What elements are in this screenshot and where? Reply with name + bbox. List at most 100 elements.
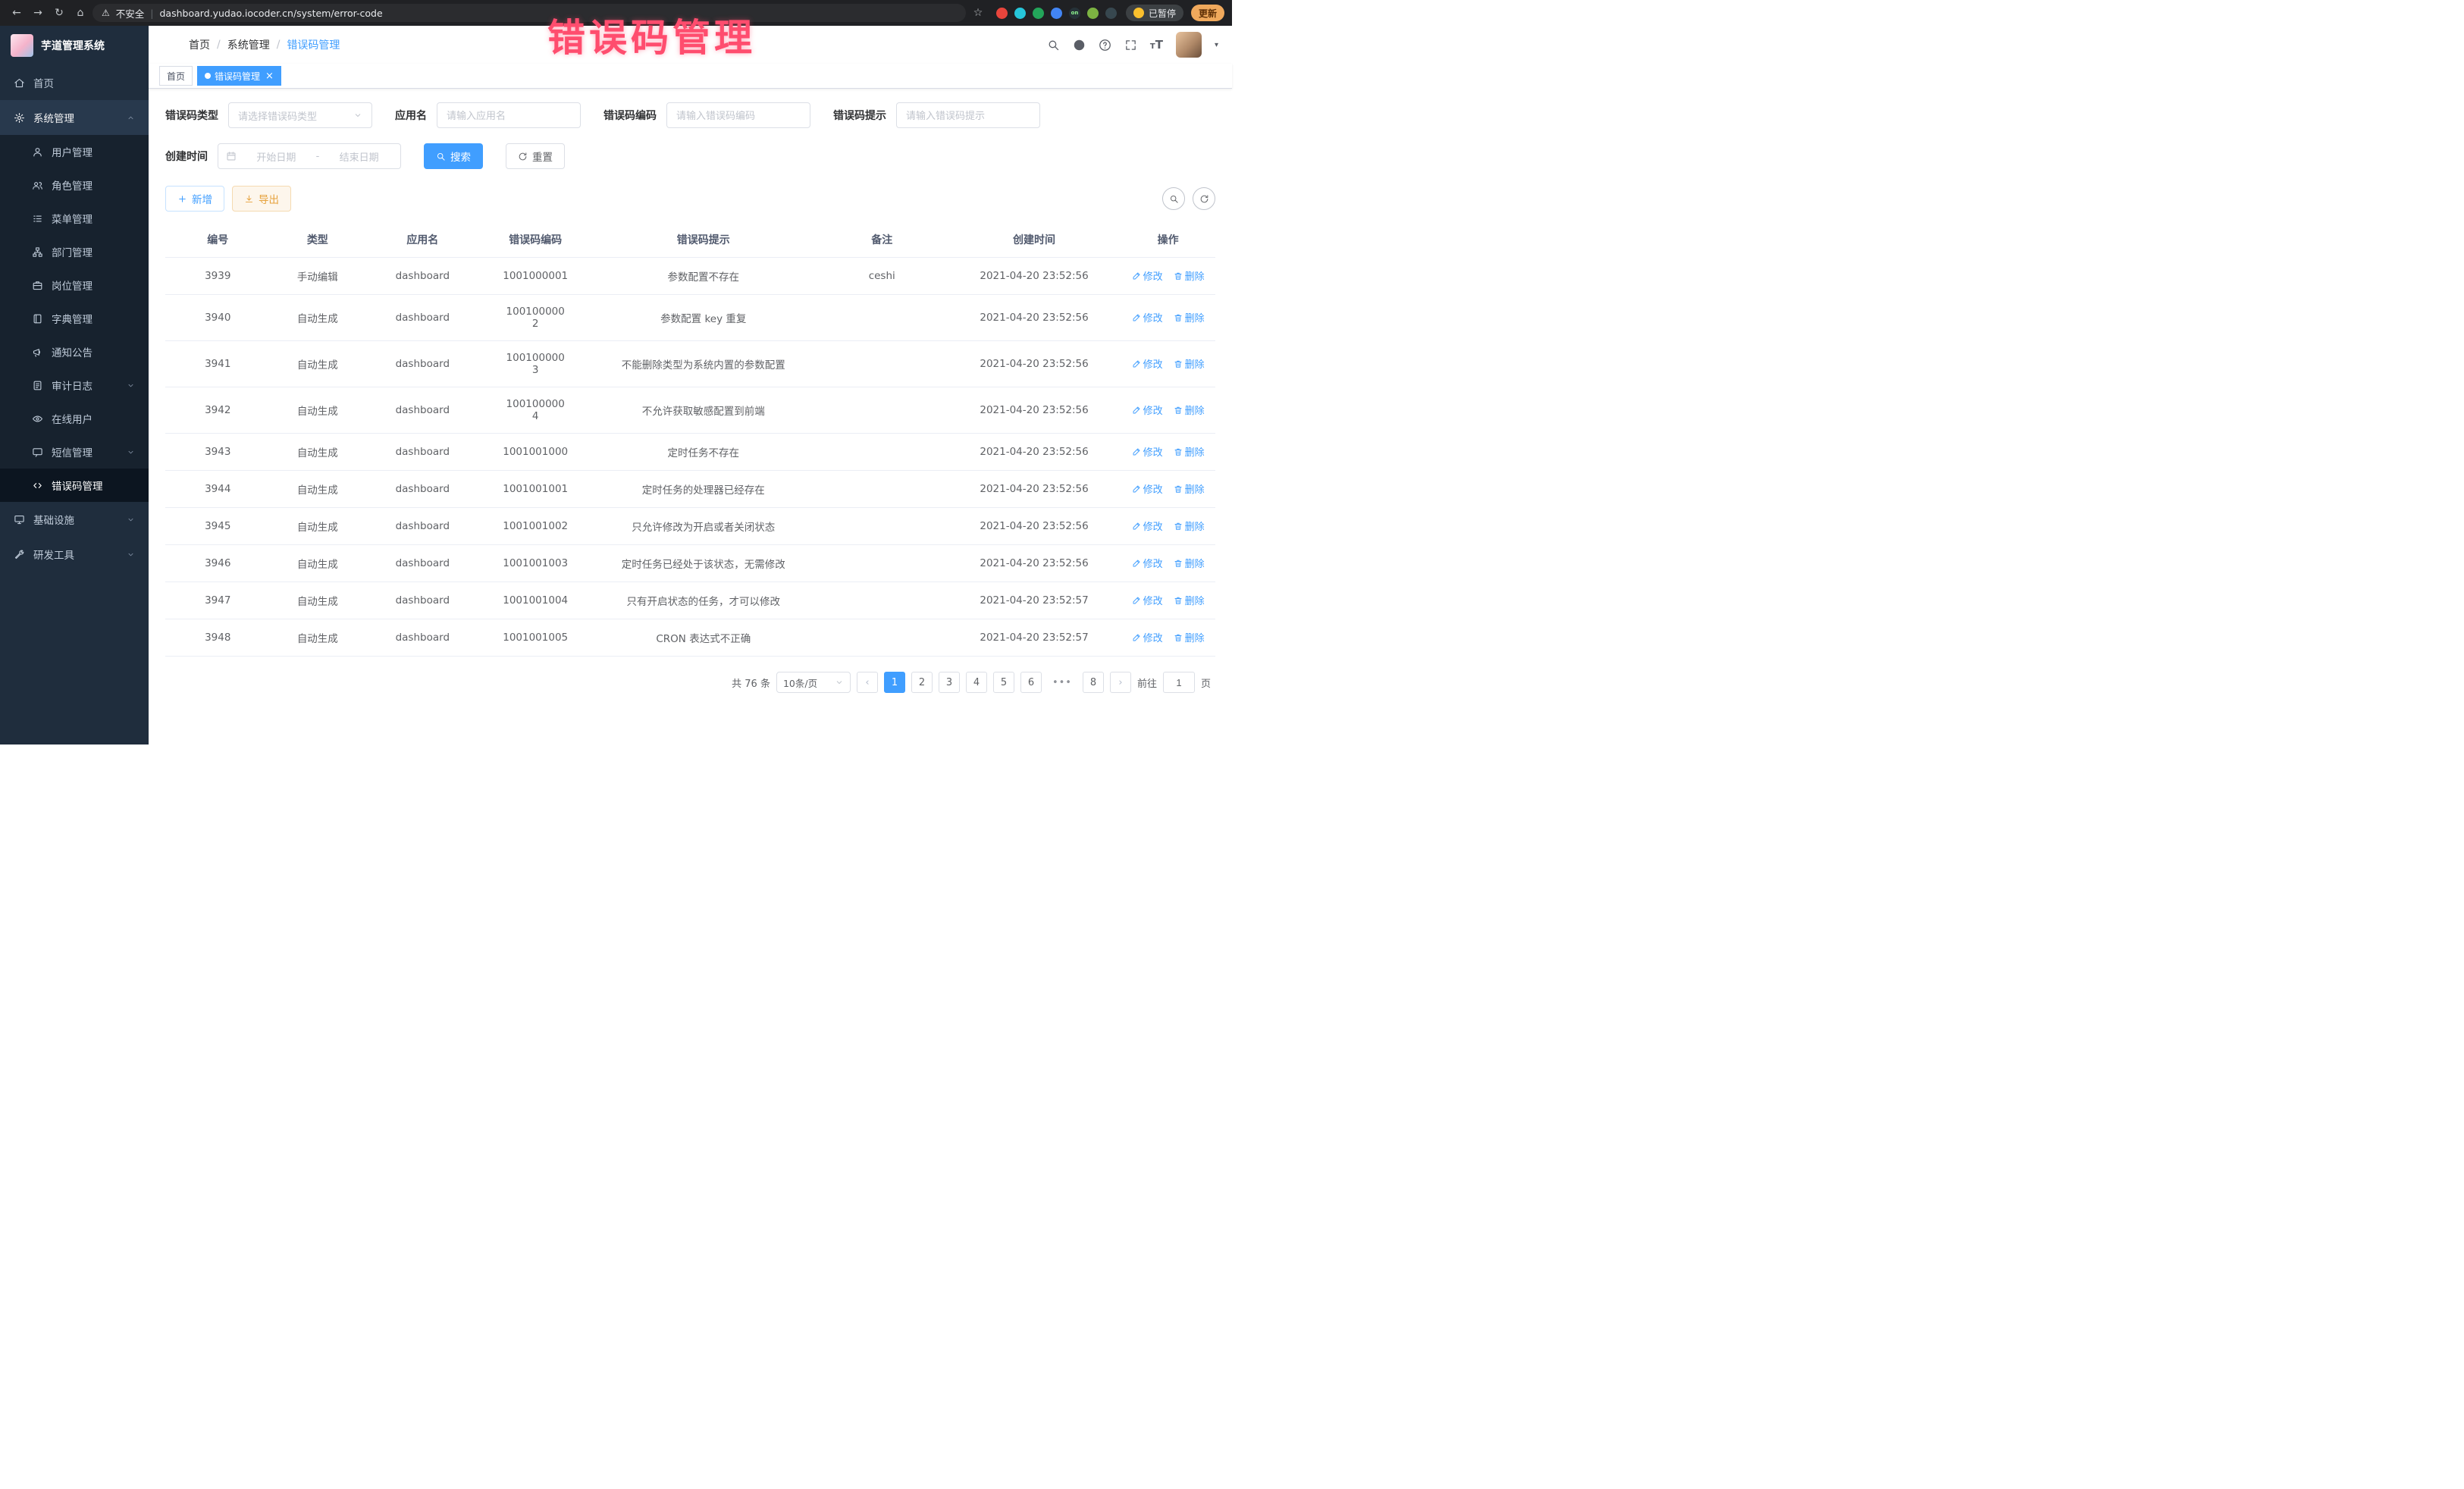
goto-page-input[interactable] [1163, 672, 1195, 693]
update-button[interactable]: 更新 [1191, 5, 1224, 21]
app-name-input[interactable] [437, 102, 581, 128]
delete-link[interactable]: 删除 [1174, 556, 1205, 570]
address-bar[interactable]: ⚠ 不安全 | dashboard.yudao.iocoder.cn/syste… [92, 4, 966, 22]
next-page-button[interactable]: › [1110, 672, 1131, 693]
breadcrumb-item[interactable]: 系统管理 [227, 37, 270, 52]
error-type-select[interactable]: 请选择错误码类型 [228, 102, 372, 128]
date-range-picker[interactable]: 开始日期 - 结束日期 [218, 143, 401, 169]
delete-link[interactable]: 删除 [1174, 481, 1205, 496]
page-button-2[interactable]: 2 [911, 672, 933, 693]
delete-link[interactable]: 删除 [1174, 310, 1205, 324]
sidebar-item-system[interactable]: 系统管理 [0, 100, 149, 135]
search-button[interactable]: 搜索 [424, 143, 483, 169]
menu-item-label: 在线用户 [52, 411, 135, 426]
edit-link[interactable]: 修改 [1132, 268, 1163, 283]
paused-badge[interactable]: 已暂停 [1126, 5, 1183, 21]
edit-link[interactable]: 修改 [1132, 356, 1163, 371]
cell-remark [817, 434, 948, 471]
breadcrumb-item[interactable]: 错误码管理 [287, 37, 340, 52]
sidebar-item-positions[interactable]: 岗位管理 [0, 268, 149, 302]
app-logo[interactable]: 芋道管理系统 [0, 26, 149, 65]
reload-button[interactable]: ↻ [50, 7, 68, 19]
extension-dark-icon[interactable] [1105, 8, 1117, 19]
delete-link[interactable]: 删除 [1174, 403, 1205, 417]
table-search-button[interactable] [1162, 187, 1185, 210]
sidebar-toggle-icon[interactable] [162, 38, 177, 52]
page-button-8[interactable]: 8 [1083, 672, 1104, 693]
extension-red-icon[interactable] [996, 8, 1008, 19]
page-size-select[interactable]: 10条/页 [776, 672, 851, 693]
error-msg-input[interactable] [896, 102, 1040, 128]
bookmark-star-icon[interactable]: ☆ [969, 7, 987, 19]
page-button-5[interactable]: 5 [993, 672, 1014, 693]
edit-link[interactable]: 修改 [1132, 519, 1163, 533]
delete-link[interactable]: 删除 [1174, 519, 1205, 533]
tab-error-code[interactable]: 错误码管理× [197, 66, 281, 86]
edit-link[interactable]: 修改 [1132, 310, 1163, 324]
edit-link[interactable]: 修改 [1132, 630, 1163, 644]
back-button[interactable]: ← [8, 7, 26, 19]
sidebar-item-users[interactable]: 用户管理 [0, 135, 149, 168]
page-button-4[interactable]: 4 [966, 672, 987, 693]
edit-icon [1132, 633, 1141, 642]
sidebar-item-menus[interactable]: 菜单管理 [0, 202, 149, 235]
edit-link[interactable]: 修改 [1132, 556, 1163, 570]
cell-app: dashboard [365, 258, 480, 295]
reset-button[interactable]: 重置 [506, 143, 565, 169]
extension-green-icon[interactable] [1033, 8, 1044, 19]
edit-link[interactable]: 修改 [1132, 593, 1163, 607]
sidebar-item-dicts[interactable]: 字典管理 [0, 302, 149, 335]
sidebar-item-error-codes[interactable]: 错误码管理 [0, 469, 149, 502]
delete-link[interactable]: 删除 [1174, 268, 1205, 283]
chevron-down-icon [127, 516, 135, 524]
page-button-6[interactable]: 6 [1020, 672, 1042, 693]
export-button[interactable]: 导出 [232, 186, 291, 212]
search-icon[interactable] [1047, 39, 1060, 52]
sidebar-item-sms[interactable]: 短信管理 [0, 435, 149, 469]
sidebar-item-roles[interactable]: 角色管理 [0, 168, 149, 202]
github-icon[interactable] [1073, 39, 1086, 52]
prev-page-button[interactable]: ‹ [857, 672, 878, 693]
extension-on-icon[interactable]: on [1069, 8, 1080, 19]
breadcrumb-item[interactable]: 首页 [189, 37, 210, 52]
edit-link[interactable]: 修改 [1132, 403, 1163, 417]
extension-teal-icon[interactable] [1014, 8, 1026, 19]
forward-button[interactable]: → [29, 7, 47, 19]
extension-leaf-icon[interactable] [1087, 8, 1099, 19]
chevron-down-icon: ▾ [1215, 41, 1218, 49]
tabbar: 首页错误码管理× [149, 64, 1232, 89]
delete-link[interactable]: 删除 [1174, 630, 1205, 644]
browser-home-button[interactable]: ⌂ [71, 7, 89, 19]
help-icon[interactable] [1099, 39, 1111, 52]
cell-remark [817, 387, 948, 434]
font-size-icon[interactable]: TT [1150, 39, 1163, 51]
delete-link[interactable]: 删除 [1174, 593, 1205, 607]
sidebar-item-online-users[interactable]: 在线用户 [0, 402, 149, 435]
user-avatar[interactable] [1176, 32, 1202, 58]
fullscreen-icon[interactable] [1124, 39, 1137, 52]
sidebar-item-home[interactable]: 首页 [0, 65, 149, 100]
delete-link[interactable]: 删除 [1174, 444, 1205, 459]
sidebar-item-departments[interactable]: 部门管理 [0, 235, 149, 268]
table-row: 3940自动生成dashboard100100000 2参数配置 key 重复2… [165, 295, 1215, 341]
add-button[interactable]: 新增 [165, 186, 224, 212]
sidebar-item-infrastructure[interactable]: 基础设施 [0, 502, 149, 537]
pagination-more-button[interactable]: ••• [1048, 672, 1077, 693]
sidebar-item-notices[interactable]: 通知公告 [0, 335, 149, 368]
page-button-3[interactable]: 3 [939, 672, 960, 693]
sidebar-item-dev-tools[interactable]: 研发工具 [0, 537, 149, 572]
error-code-input[interactable] [666, 102, 810, 128]
extension-icons: on [996, 8, 1117, 19]
edit-link[interactable]: 修改 [1132, 481, 1163, 496]
tab-home[interactable]: 首页 [159, 66, 193, 86]
tab-close-icon[interactable]: × [265, 71, 274, 82]
sidebar-item-audit-logs[interactable]: 审计日志 [0, 368, 149, 402]
cell-actions: 修改删除 [1121, 471, 1215, 508]
cell-time: 2021-04-20 23:52:56 [948, 341, 1121, 387]
edit-link[interactable]: 修改 [1132, 444, 1163, 459]
table-refresh-button[interactable] [1193, 187, 1215, 210]
delete-link[interactable]: 删除 [1174, 356, 1205, 371]
cell-type: 自动生成 [271, 582, 365, 619]
extension-blue-icon[interactable] [1051, 8, 1062, 19]
page-button-1[interactable]: 1 [884, 672, 905, 693]
